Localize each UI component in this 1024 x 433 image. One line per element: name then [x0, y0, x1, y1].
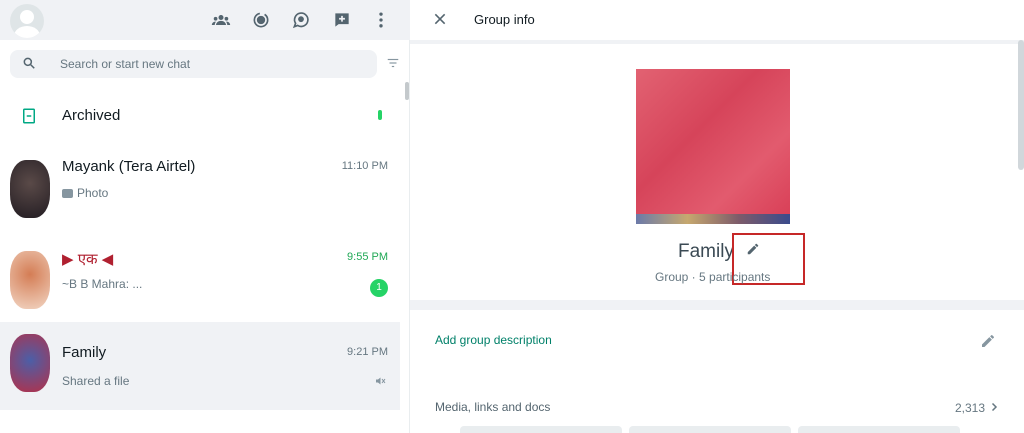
search-bar [10, 50, 377, 78]
close-icon[interactable] [432, 11, 450, 29]
chat-time: 11:10 PM [341, 160, 388, 172]
group-participants: Group · 5 participants [655, 270, 771, 284]
chat-name: ▶ एक ◀ [62, 251, 114, 268]
media-thumbnail[interactable] [460, 426, 622, 433]
group-photo[interactable] [636, 69, 790, 224]
add-description-link[interactable]: Add group description [435, 333, 552, 347]
new-chat-icon[interactable] [331, 9, 353, 31]
chat-name: Family [62, 344, 107, 361]
chevron-right-icon[interactable] [988, 400, 1000, 414]
mute-icon [374, 374, 386, 386]
page-title: Group info [474, 12, 535, 27]
filter-icon[interactable] [386, 56, 402, 72]
archived-indicator [378, 110, 382, 120]
chat-preview: Photo [62, 186, 108, 200]
chat-time: 9:21 PM [347, 346, 388, 358]
group-info-header: Group info [410, 0, 1024, 40]
chat-name: Mayank (Tera Airtel) [62, 158, 196, 175]
avatar [10, 334, 50, 392]
archive-icon [20, 106, 40, 126]
chat-preview: ~B B Mahra: ... [62, 277, 143, 291]
archived-row[interactable]: Archived [0, 90, 400, 142]
search-icon [22, 56, 38, 72]
chat-list-scrollbar[interactable] [405, 82, 409, 100]
search-input[interactable] [60, 50, 360, 78]
group-info-scrollbar[interactable] [1018, 40, 1024, 170]
avatar [10, 160, 50, 218]
chat-item-family[interactable]: Family Shared a file 9:21 PM [0, 322, 400, 410]
profile-avatar[interactable] [10, 4, 44, 38]
archived-label: Archived [62, 107, 121, 124]
chat-list-header [0, 0, 410, 40]
camera-icon [62, 189, 73, 199]
group-info-panel: Group info Family Group · 5 participants… [410, 0, 1024, 433]
avatar [10, 251, 50, 309]
media-count: 2,313 [955, 401, 986, 415]
media-thumbnail[interactable] [629, 426, 791, 433]
channels-icon[interactable] [290, 9, 312, 31]
chat-item-mayank[interactable]: Mayank (Tera Airtel) Photo 11:10 PM [0, 146, 400, 226]
menu-icon[interactable] [370, 9, 392, 31]
unread-badge: 1 [370, 279, 388, 297]
group-profile-card: Family Group · 5 participants [410, 44, 1024, 300]
status-icon[interactable] [250, 9, 272, 31]
group-name: Family [678, 241, 734, 262]
pencil-icon[interactable] [980, 333, 996, 349]
communities-icon[interactable] [210, 9, 232, 31]
media-thumbnail[interactable] [798, 426, 960, 433]
chat-preview: Shared a file [62, 374, 130, 388]
chat-item-group[interactable]: ▶ एक ◀ ~B B Mahra: ... 9:55 PM 1 [0, 237, 400, 317]
chat-list-panel: Archived Mayank (Tera Airtel) Photo 11:1… [0, 0, 410, 433]
group-description-card: Add group description Media, links and d… [410, 310, 1024, 433]
chat-time: 9:55 PM [347, 251, 388, 263]
media-links-docs-label[interactable]: Media, links and docs [435, 400, 550, 414]
